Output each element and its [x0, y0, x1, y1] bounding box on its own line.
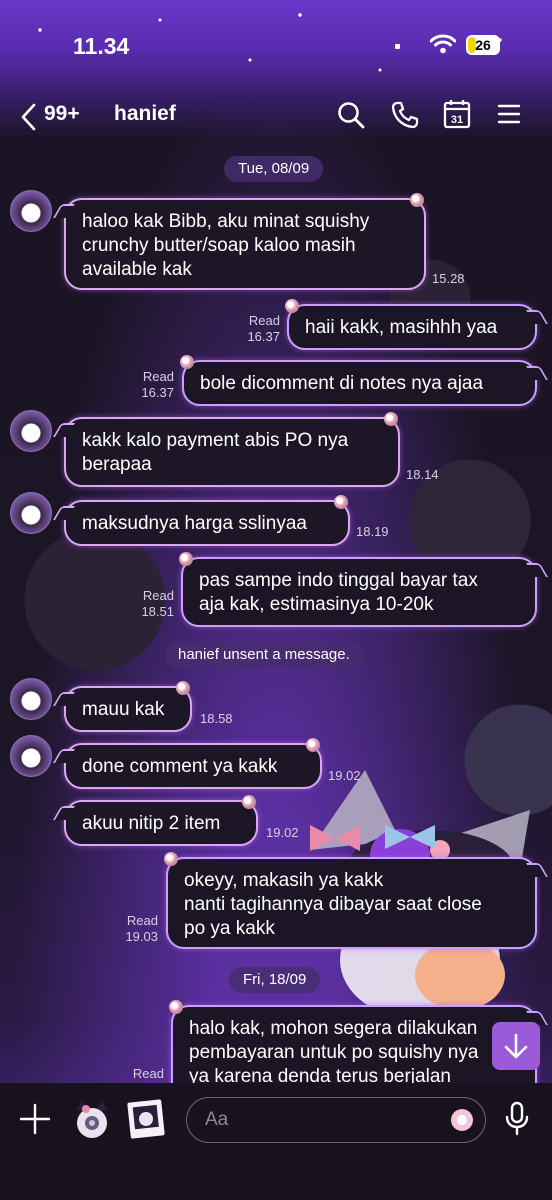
message-text: mauu kak: [82, 699, 165, 720]
message-time: 18.19: [356, 524, 389, 539]
message-bubble[interactable]: pas sampe indo tinggal bayar tax aja kak…: [179, 552, 537, 627]
bow-decoration: [180, 355, 194, 369]
arrow-down-icon: [504, 1033, 528, 1059]
message-input[interactable]: [186, 1097, 486, 1143]
message-time: 18.14: [406, 467, 439, 482]
read-label: Read: [248, 313, 280, 328]
message-text: pembayaran untuk po squishy nya: [189, 1042, 479, 1063]
system-message: hanief unsent a message.: [165, 642, 363, 668]
menu-icon[interactable]: [497, 103, 521, 125]
bow-decoration: [285, 299, 299, 313]
read-receipt: Read 16.37: [236, 313, 280, 345]
message-text: nanti tagihannya dibayar saat close: [184, 894, 482, 915]
emoji-icon[interactable]: [450, 1108, 474, 1132]
message-text: akuu nitip 2 item: [82, 813, 221, 834]
wifi-icon: [430, 34, 456, 54]
svg-text:31: 31: [451, 114, 463, 126]
message-time: 19.02: [266, 825, 299, 840]
unread-count[interactable]: 99+: [44, 102, 80, 126]
bow-decoration: [179, 552, 193, 566]
composer-bar: [0, 1083, 552, 1200]
message-time: 16.37: [141, 385, 174, 400]
date-divider: Tue, 08/09: [224, 156, 324, 182]
photo-gallery-icon[interactable]: [124, 1097, 168, 1141]
message-time: 19.03: [125, 929, 158, 944]
bow-decoration: [306, 738, 320, 752]
message-time: 19.02: [328, 768, 361, 783]
avatar[interactable]: [10, 492, 52, 534]
bow-decoration: [410, 193, 424, 207]
message-bubble[interactable]: maksudnya harga sslinyaa: [64, 495, 350, 546]
message-text: kakk kalo payment abis PO nya: [82, 430, 349, 451]
message-text: berapaa: [82, 454, 152, 475]
read-label: Read: [132, 1066, 164, 1081]
read-label: Read: [142, 369, 174, 384]
bow-decoration: [242, 795, 256, 809]
message-text: halo kak, mohon segera dilakukan: [189, 1018, 478, 1039]
message-text: bole dicomment di notes nya ajaa: [200, 373, 484, 394]
chat-title[interactable]: hanief: [114, 102, 176, 126]
message-text: po ya kakk: [184, 918, 275, 939]
bow-decoration: [384, 412, 398, 426]
message-time: 18.51: [141, 604, 174, 619]
read-receipt: Read 19.03: [114, 913, 158, 945]
message-text: pas sampe indo tinggal bayar tax: [199, 570, 478, 591]
read-label: Read: [142, 588, 174, 603]
message-text: crunchy butter/soap kaloo masih: [82, 235, 356, 256]
chat-header: 99+ hanief 31: [0, 95, 552, 137]
message-bubble[interactable]: done comment ya kakk: [64, 738, 322, 789]
back-chevron-icon[interactable]: [20, 103, 36, 131]
message-time: 15.28: [432, 271, 465, 286]
microphone-icon[interactable]: [503, 1101, 531, 1137]
avatar[interactable]: [10, 410, 52, 452]
message-bubble[interactable]: bole dicomment di notes nya ajaa: [180, 355, 537, 406]
message-text: available kak: [82, 259, 192, 280]
status-bar: 11.34 26: [0, 0, 552, 80]
message-time: 18.58: [200, 711, 233, 726]
message-text: haloo kak Bibb, aku minat squishy: [82, 211, 370, 232]
read-receipt: Read 18.51: [130, 588, 174, 620]
message-text: haii kakk, masihhh yaa: [305, 317, 498, 338]
avatar[interactable]: [10, 190, 52, 232]
message-bubble[interactable]: haii kakk, masihhh yaa: [285, 299, 537, 350]
read-label: Read: [126, 913, 158, 928]
message-time: 16.37: [247, 329, 280, 344]
signal-icon: [395, 44, 400, 49]
bow-decoration: [169, 1000, 183, 1014]
date-divider: Fri, 18/09: [229, 967, 321, 993]
message-text: aja kak, estimasinya 10-20k: [199, 594, 434, 615]
message-bubble[interactable]: haloo kak Bibb, aku minat squishy crunch…: [64, 193, 426, 290]
bow-decoration: [176, 681, 190, 695]
status-time: 11.34: [73, 33, 130, 59]
read-receipt: Read 16.37: [130, 369, 174, 401]
read-receipt: Read: [114, 1066, 164, 1082]
camera-icon[interactable]: [70, 1097, 114, 1141]
message-text: okeyy, makasih ya kakk: [184, 870, 384, 891]
message-bubble[interactable]: mauu kak: [64, 681, 192, 732]
battery-icon: 26: [466, 35, 500, 55]
message-bubble[interactable]: akuu nitip 2 item: [64, 795, 258, 846]
phone-icon[interactable]: [390, 100, 420, 130]
calendar-icon[interactable]: 31: [443, 99, 471, 129]
message-bubble[interactable]: kakk kalo payment abis PO nya berapaa: [64, 412, 400, 487]
avatar[interactable]: [10, 678, 52, 720]
search-icon[interactable]: [336, 100, 366, 130]
message-bubble[interactable]: okeyy, makasih ya kakk nanti tagihannya …: [164, 852, 537, 949]
plus-icon[interactable]: [19, 1103, 51, 1135]
message-text: maksudnya harga sslinyaa: [82, 513, 307, 534]
bow-decoration: [164, 852, 178, 866]
bow-decoration: [334, 495, 348, 509]
message-text: done comment ya kakk: [82, 756, 278, 777]
battery-level: 26: [475, 37, 491, 53]
chat-screen: 11.34 26 99+ hanief 31 Tue, 08/09 haloo …: [0, 0, 552, 1200]
avatar[interactable]: [10, 735, 52, 777]
scroll-to-bottom-button[interactable]: [492, 1022, 540, 1070]
